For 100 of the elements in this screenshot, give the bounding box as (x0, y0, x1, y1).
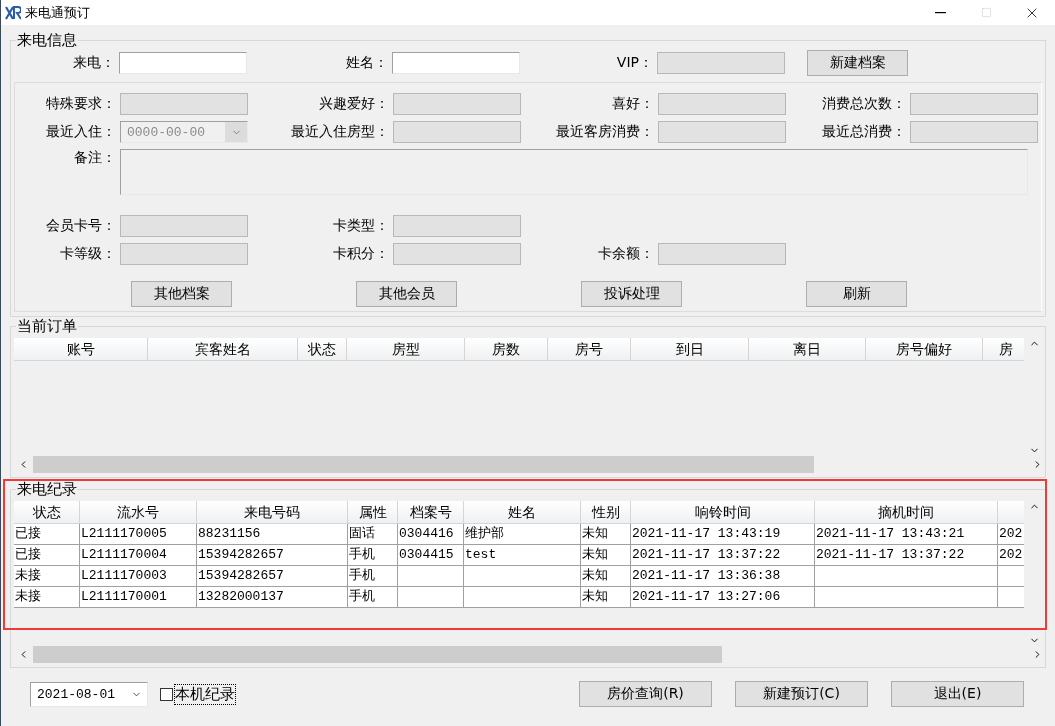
column-header[interactable]: 档案号 (398, 501, 464, 524)
table-cell: 88231156 (197, 524, 348, 544)
column-header[interactable]: 性别 (581, 501, 631, 524)
table-cell: test (464, 545, 581, 565)
column-header[interactable]: 房 (983, 338, 1025, 361)
table-cell: L2111170004 (80, 545, 197, 565)
column-header[interactable]: 宾客姓名 (148, 338, 298, 361)
table-cell: 手机 (348, 587, 398, 607)
field-label: 最近入住房型： (291, 123, 390, 141)
table-cell: 15394282657 (197, 545, 348, 565)
field-label: 卡等级： (60, 245, 117, 263)
field-label: 最近总消费： (822, 123, 907, 141)
checkbox-label[interactable]: 本机纪录 (175, 684, 235, 704)
remarks-field[interactable] (120, 149, 1028, 195)
table-cell: 手机 (348, 545, 398, 565)
input-field[interactable] (658, 93, 786, 115)
table-cell: 0304415 (398, 545, 464, 565)
input-field[interactable] (119, 52, 247, 74)
input-field[interactable] (120, 243, 248, 265)
action-button[interactable]: 其他会员 (356, 281, 457, 307)
table-cell: 2021-11-17 13:37:22 (631, 545, 815, 565)
checkbox[interactable] (160, 687, 173, 701)
group-title: 来电纪录 (16, 480, 78, 499)
action-button[interactable]: 投诉处理 (581, 281, 682, 307)
table-cell: 13282000137 (197, 587, 348, 607)
input-field[interactable] (658, 243, 786, 265)
table-cell: L2111170005 (80, 524, 197, 544)
field-label: 喜好： (612, 95, 655, 113)
maximize-icon (980, 7, 992, 18)
field-label: 兴趣爱好： (319, 95, 390, 113)
input-field[interactable] (393, 93, 521, 115)
table-cell: 未知 (581, 566, 631, 586)
table-cell: 2021-11-17 13:43:21 (815, 524, 998, 544)
table-cell: 2021-11-17 13:27:06 (631, 587, 815, 607)
column-header[interactable]: 离日 (749, 338, 866, 361)
input-field[interactable] (120, 93, 248, 115)
column-header[interactable]: 姓名 (464, 501, 581, 524)
action-button[interactable]: 刷新 (806, 281, 907, 307)
group-title: 来电信息 (16, 31, 78, 50)
app-logo-icon (5, 5, 21, 20)
field-label: 卡积分： (333, 245, 390, 263)
field-label: 最近客房消费： (556, 123, 655, 141)
field-label: 备注： (74, 149, 117, 167)
field-label: 姓名： (346, 54, 389, 72)
column-header[interactable]: 房号偏好 (866, 338, 983, 361)
field-label: VIP： (616, 54, 654, 72)
input-field[interactable] (910, 93, 1038, 115)
table-cell: 2021-11-17 13:36:38 (631, 566, 815, 586)
table-cell: L2111170001 (80, 587, 197, 607)
input-field[interactable] (393, 121, 521, 143)
table-cell: 未知 (581, 524, 631, 544)
action-button[interactable]: 房价查询(R) (579, 681, 712, 707)
new-profile-button[interactable]: 新建档案 (807, 50, 908, 76)
field-label: 卡类型： (333, 217, 390, 235)
scrollbar-thumb[interactable] (33, 456, 814, 473)
column-header[interactable]: 账号 (14, 338, 148, 361)
column-header[interactable]: 响铃时间 (631, 501, 815, 524)
field-label: 消费总次数： (822, 95, 907, 113)
table-cell: 已接 (14, 545, 80, 565)
table-cell: 2021-11-17 13:37:22 (815, 545, 998, 565)
input-field[interactable] (910, 121, 1038, 143)
column-header[interactable]: 属性 (348, 501, 398, 524)
table-cell: 手机 (348, 566, 398, 586)
input-field[interactable] (393, 215, 521, 237)
minimize-icon (934, 11, 946, 14)
group-title: 当前订单 (16, 317, 78, 336)
date-dropdown[interactable]: 2021-08-01 (30, 681, 148, 707)
column-header[interactable]: 流水号 (80, 501, 197, 524)
input-field[interactable] (392, 52, 520, 74)
table-cell: 固话 (348, 524, 398, 544)
table-cell: 未接 (14, 566, 80, 586)
window-title: 来电通预订 (25, 3, 91, 22)
column-header[interactable]: 房数 (465, 338, 548, 361)
table-cell: 未知 (581, 587, 631, 607)
scrollbar-thumb[interactable] (33, 646, 722, 663)
table-cell: 已接 (14, 524, 80, 544)
column-header[interactable]: 到日 (631, 338, 749, 361)
table-cell: 未知 (581, 545, 631, 565)
column-header[interactable]: 摘机时间 (815, 501, 998, 524)
table-cell: L2111170003 (80, 566, 197, 586)
column-header[interactable]: 房型 (347, 338, 465, 361)
input-field[interactable] (658, 121, 786, 143)
field-label: 会员卡号： (46, 217, 117, 235)
input-field[interactable] (393, 243, 521, 265)
column-header[interactable]: 来电号码 (197, 501, 348, 524)
field-label: 最近入住： (46, 123, 117, 141)
table-cell: 2021-11-17 13:43:19 (631, 524, 815, 544)
input-field[interactable] (120, 215, 248, 237)
action-button[interactable]: 新建预订(C) (735, 681, 868, 707)
action-button[interactable]: 其他档案 (131, 281, 232, 307)
table-cell: 维护部 (464, 524, 581, 544)
column-header[interactable]: 房号 (548, 338, 631, 361)
column-header[interactable]: 状态 (14, 501, 80, 524)
action-button[interactable]: 退出(E) (891, 681, 1024, 707)
table-cell: 15394282657 (197, 566, 348, 586)
table-cell: 未接 (14, 587, 80, 607)
field-label: 卡余额： (598, 245, 655, 263)
column-header[interactable]: 状态 (298, 338, 347, 361)
field-label: 来电： (73, 54, 116, 72)
table-cell: 0304416 (398, 524, 464, 544)
